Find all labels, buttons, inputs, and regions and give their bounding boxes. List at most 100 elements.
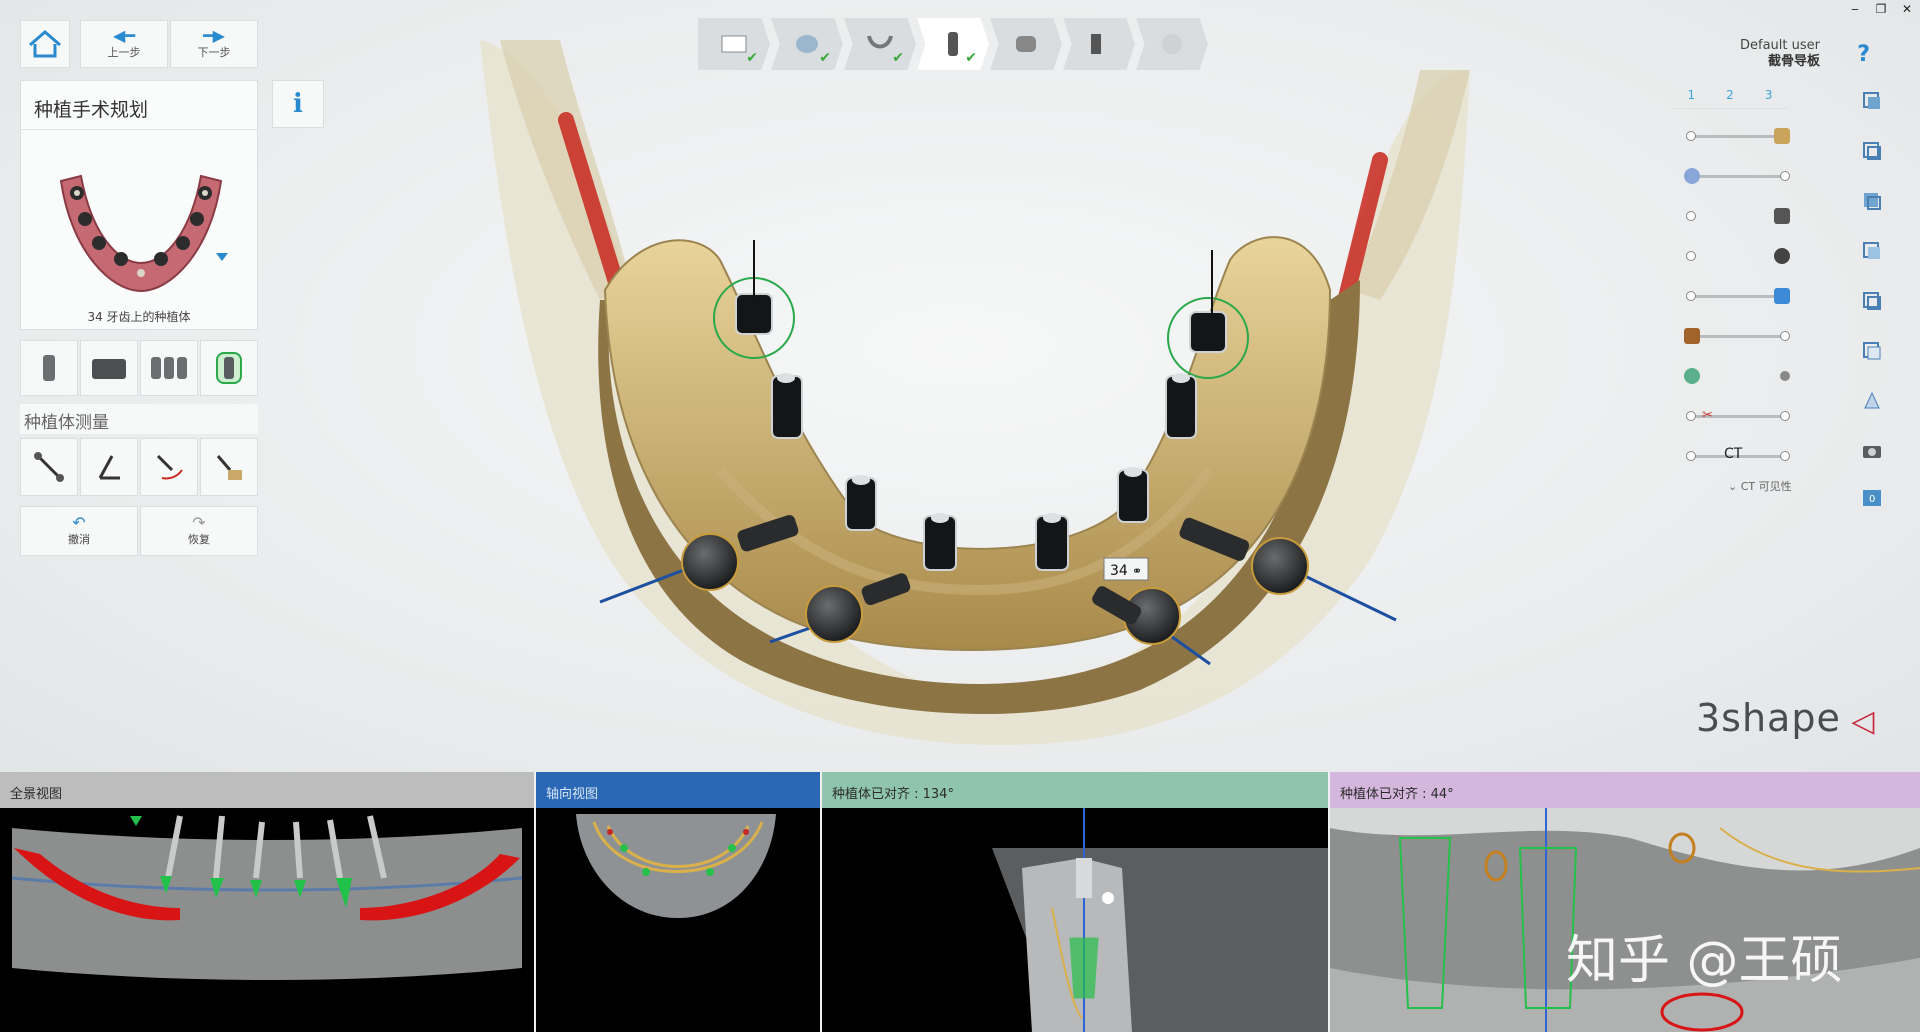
ct-visibility-toggle[interactable]: ⌄ CT 可见性 (1728, 478, 1792, 494)
arrow-left-icon: ◀━ (113, 26, 135, 45)
visibility-tab-3[interactable]: 3 (1765, 88, 1773, 102)
selected-implant-caption: 34 牙齿上的种植体 (87, 310, 191, 324)
abutment-visibility-toggle[interactable] (1686, 206, 1790, 226)
check-icon: ✔ (746, 50, 758, 66)
implant-cylinder-icon (1774, 288, 1790, 304)
axial-view-panel[interactable]: 轴向视图 (536, 772, 820, 1032)
step-alignment[interactable]: ✔ (844, 18, 916, 70)
info-icon: i (293, 89, 303, 119)
implant-tag-label: 34 (1110, 563, 1128, 579)
guide-visibility-slider[interactable] (1686, 126, 1790, 146)
home-button[interactable] (20, 20, 70, 68)
sleeve-icon (1016, 36, 1036, 52)
panoramic-ct-image[interactable] (0, 808, 534, 1032)
clip-plane-slider[interactable]: ✂ (1686, 406, 1790, 426)
close-button[interactable]: ✕ (1900, 2, 1914, 16)
arrow-right-icon: ━▶ (203, 26, 225, 45)
brand-mark-icon: ◁ (1840, 704, 1876, 739)
perspective-icon[interactable] (1859, 388, 1885, 414)
chevron-down-icon: ⌄ (1728, 480, 1741, 493)
scan-icon (796, 35, 818, 53)
help-button[interactable]: ? (1857, 42, 1870, 67)
check-icon: ✔ (819, 50, 831, 66)
prev-step-label: 上一步 (107, 46, 141, 59)
scissors-icon: ✂ (1702, 408, 1713, 423)
axial-ct-image[interactable] (536, 808, 820, 1032)
undo-icon: ↶ (72, 513, 86, 532)
panoramic-view-title: 全景视图 (0, 772, 534, 808)
panoramic-view-panel[interactable]: 全景视图 (0, 772, 534, 1032)
cross-section-b-panel[interactable]: 种植体已对齐 : 44° (1330, 772, 1920, 1032)
step-guide-design[interactable] (990, 18, 1062, 70)
patient-card-icon (721, 35, 747, 53)
prev-step-button[interactable]: ◀━ 上一步 (80, 20, 168, 68)
check-icon: ✔ (965, 50, 977, 66)
redo-button[interactable]: ↷ 恢复 (140, 506, 258, 556)
multi-implant-icon[interactable] (140, 340, 198, 396)
cross-section-a-panel[interactable]: 种植体已对齐 : 134° (822, 772, 1328, 1032)
measure-tool-row (20, 438, 258, 496)
next-step-label: 下一步 (197, 46, 231, 59)
tooth-visibility-toggle[interactable] (1684, 366, 1790, 386)
sleeve-visibility-slider[interactable] (1684, 326, 1790, 346)
jaw-icon (867, 35, 893, 49)
crown-visibility-toggle[interactable] (1686, 246, 1790, 266)
implant-planning-card: 种植手术规划 34 牙齿上的种植体 (20, 80, 258, 330)
scan-surface-icon (1684, 168, 1700, 184)
step-implant-planning[interactable]: ✔ (917, 18, 989, 70)
notes-icon[interactable]: 0 (1859, 486, 1885, 512)
ct-visibility-label: CT 可见性 (1740, 480, 1792, 493)
ct-label: CT (1724, 446, 1743, 462)
user-info: Default user 截骨导板 (1740, 38, 1820, 70)
redo-label: 恢复 (188, 533, 210, 546)
sleeve-small-icon (1684, 328, 1700, 344)
implant-measure-title: 种植体测量 (20, 404, 258, 434)
disc-icon (1162, 34, 1182, 54)
step-finish[interactable] (1136, 18, 1208, 70)
step-guide-export[interactable] (1063, 18, 1135, 70)
view-back-icon[interactable] (1859, 138, 1885, 164)
minimize-button[interactable]: ‒ (1848, 2, 1862, 16)
redo-icon: ↷ (192, 513, 206, 532)
undo-button[interactable]: ↶ 撤消 (20, 506, 138, 556)
angle-measure-icon[interactable] (80, 438, 138, 496)
user-name: Default user (1740, 38, 1820, 53)
guide-sleeve-icon[interactable] (200, 340, 258, 396)
distance-measure-icon[interactable] (20, 438, 78, 496)
implant-step-icon (948, 32, 958, 56)
abutment-small-icon (1774, 208, 1790, 224)
step-patient-data[interactable]: ✔ (698, 18, 770, 70)
cross-section-b-title: 种植体已对齐 : 44° (1330, 772, 1920, 808)
axial-view-title: 轴向视图 (536, 772, 820, 808)
svg-text:⚭: ⚭ (1132, 564, 1142, 578)
view-front-icon[interactable] (1859, 88, 1885, 114)
nerve-distance-icon[interactable] (140, 438, 198, 496)
implant-tool-row (20, 340, 258, 396)
restore-button[interactable]: ❐ (1874, 2, 1888, 16)
info-button[interactable]: i (272, 80, 324, 128)
visibility-tab-1[interactable]: 1 (1688, 88, 1696, 102)
cross-section-a-image[interactable] (822, 808, 1328, 1032)
visibility-tab-2[interactable]: 2 (1726, 88, 1734, 102)
plan-divider (21, 129, 257, 130)
view-top-icon[interactable] (1859, 288, 1885, 314)
camera-icon[interactable] (1859, 438, 1885, 464)
view-bottom-icon[interactable] (1859, 338, 1885, 364)
tooth-model-icon[interactable] (41, 141, 241, 301)
abutment-icon[interactable] (80, 340, 138, 396)
view-left-icon[interactable] (1859, 188, 1885, 214)
watermark-text: 知乎 @王硕 (1566, 931, 1843, 991)
undo-label: 撤消 (68, 533, 90, 546)
view-right-icon[interactable] (1859, 238, 1885, 264)
step-scan-import[interactable]: ✔ (771, 18, 843, 70)
implant-icon[interactable] (20, 340, 78, 396)
window-controls: ‒ ❐ ✕ (1848, 2, 1914, 16)
next-step-button[interactable]: ━▶ 下一步 (170, 20, 258, 68)
workflow-steps: ✔ ✔ ✔ ✔ (698, 18, 1209, 70)
history-controls: ↶ 撤消 ↷ 恢复 (20, 506, 258, 556)
plan-title: 种植手术规划 (34, 99, 149, 121)
cross-section-a-title: 种植体已对齐 : 134° (822, 772, 1328, 808)
bone-distance-icon[interactable] (200, 438, 258, 496)
scan-visibility-slider[interactable] (1684, 166, 1790, 186)
implant-visibility-slider[interactable] (1686, 286, 1790, 306)
